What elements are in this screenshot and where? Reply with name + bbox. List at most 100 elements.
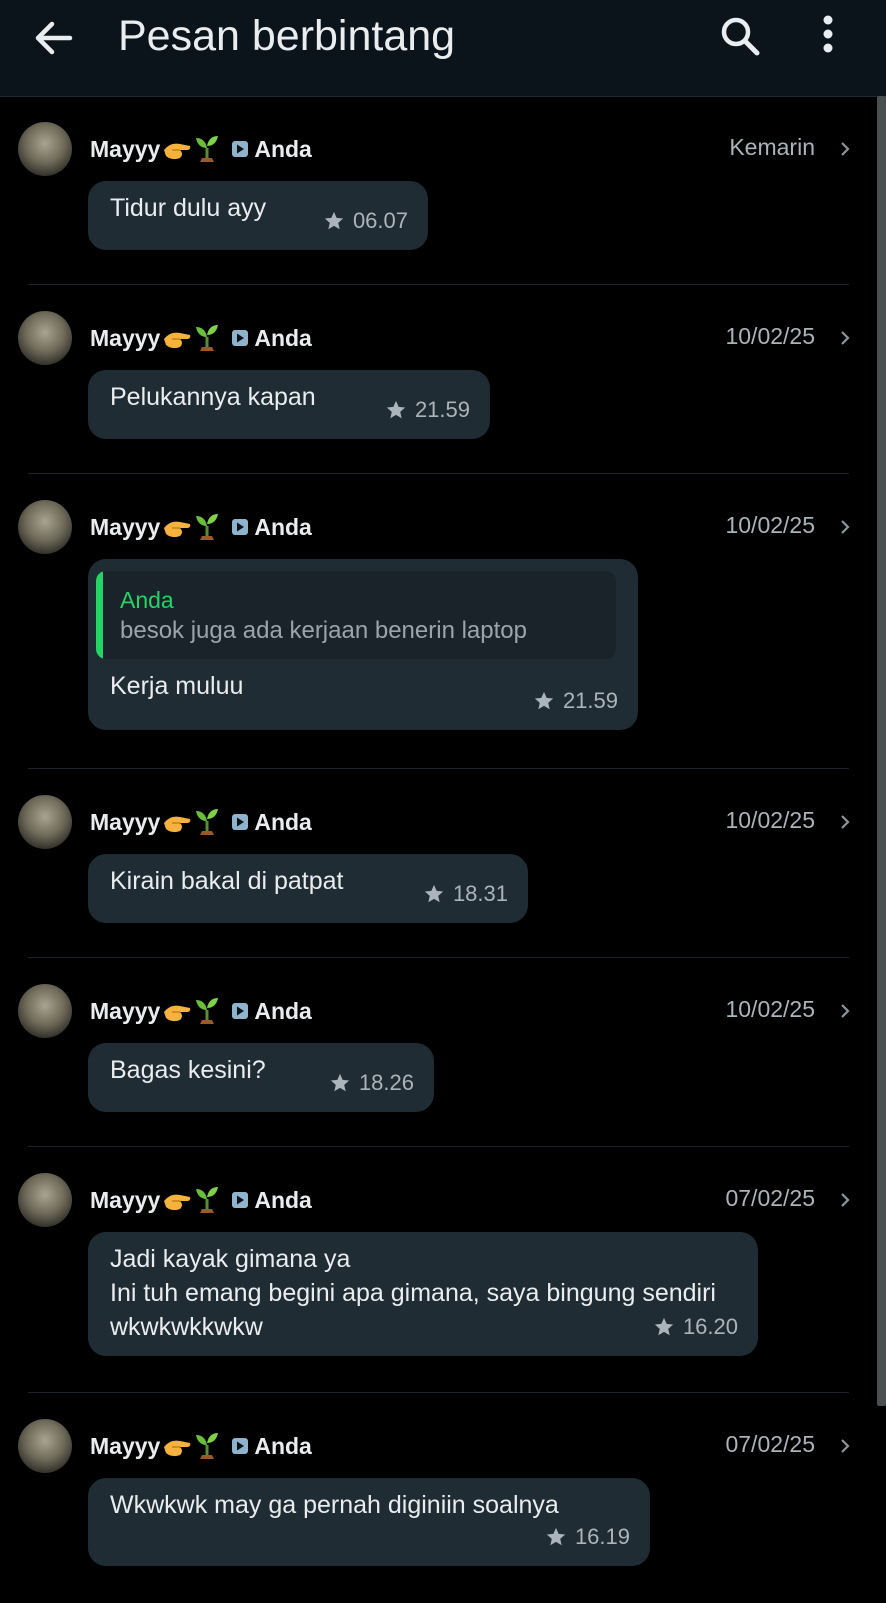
recipient-name: Anda xyxy=(254,1432,312,1459)
star-icon xyxy=(324,211,344,230)
message-header: Mayyy Anda xyxy=(90,994,312,1028)
message-date: 10/02/25 xyxy=(725,807,815,833)
message-date: 10/02/25 xyxy=(725,323,815,349)
scrollbar[interactable] xyxy=(877,96,886,1406)
star-icon xyxy=(546,1527,566,1546)
starred-message-item[interactable]: Mayyy Anda 10/02/25 Anda besok juga ada … xyxy=(0,474,877,769)
play-arrow-icon xyxy=(232,141,249,157)
sender-name: Mayyy xyxy=(90,324,161,351)
arrow-left-icon xyxy=(35,21,73,55)
sender-name: Mayyy xyxy=(90,1186,161,1213)
starred-message-item[interactable]: Mayyy Anda Kemarin Tidur dulu ayy 06.07 xyxy=(0,96,877,285)
pinching-hand-emoji-icon xyxy=(164,332,191,349)
chevron-right-icon[interactable] xyxy=(839,1437,851,1455)
message-bubble[interactable]: Kirain bakal di patpat 18.31 xyxy=(88,854,528,923)
play-arrow-icon xyxy=(232,814,249,830)
avatar[interactable] xyxy=(18,984,72,1038)
top-app-bar: Pesan berbintang xyxy=(0,0,886,97)
star-icon xyxy=(330,1073,350,1092)
recipient-name: Anda xyxy=(254,324,312,351)
message-time: 21.59 xyxy=(562,688,618,713)
seedling-emoji-icon xyxy=(196,136,219,162)
starred-message-item[interactable]: Mayyy Anda 10/02/25 Pelukannya kapan 21.… xyxy=(0,285,877,474)
seedling-emoji-icon xyxy=(196,1433,219,1459)
message-bubble[interactable]: Pelukannya kapan 21.59 xyxy=(88,370,490,439)
chevron-right-icon[interactable] xyxy=(839,1002,851,1020)
message-meta: 18.31 xyxy=(423,881,508,907)
message-bubble[interactable]: Anda besok juga ada kerjaan benerin lapt… xyxy=(88,559,638,730)
message-header: Mayyy Anda xyxy=(90,510,312,544)
avatar[interactable] xyxy=(18,1419,72,1473)
message-header: Mayyy Anda xyxy=(90,1429,312,1463)
message-date: Kemarin xyxy=(729,134,815,160)
play-arrow-icon xyxy=(232,1003,249,1019)
message-date: 10/02/25 xyxy=(725,512,815,538)
quoted-sender-name: Anda xyxy=(120,587,174,613)
pinching-hand-emoji-icon xyxy=(164,1194,191,1211)
message-bubble[interactable]: Bagas kesini? 18.26 xyxy=(88,1043,434,1112)
chevron-right-icon[interactable] xyxy=(839,329,851,347)
recipient-name: Anda xyxy=(254,997,312,1024)
message-header: Mayyy Anda xyxy=(90,1183,312,1217)
seedling-emoji-icon xyxy=(196,809,219,835)
message-time: 18.26 xyxy=(358,1070,414,1095)
seedling-emoji-icon xyxy=(196,514,219,540)
avatar[interactable] xyxy=(18,795,72,849)
message-time: 16.19 xyxy=(574,1524,630,1549)
chevron-right-icon[interactable] xyxy=(839,1191,851,1209)
message-meta: 06.07 xyxy=(323,208,408,234)
star-icon xyxy=(386,400,406,419)
play-arrow-icon xyxy=(232,330,249,346)
message-date: 10/02/25 xyxy=(725,996,815,1022)
starred-message-item[interactable]: Mayyy Anda 10/02/25 Bagas kesini? 18.26 xyxy=(0,958,877,1147)
message-header: Mayyy Anda xyxy=(90,805,312,839)
starred-message-item[interactable]: Mayyy Anda 07/02/25 Jadi kayak gimana ya… xyxy=(0,1147,877,1393)
sender-name: Mayyy xyxy=(90,1432,161,1459)
play-arrow-icon xyxy=(232,1192,249,1208)
search-button[interactable] xyxy=(716,12,764,60)
star-icon xyxy=(534,691,554,710)
message-bubble[interactable]: Wkwkwk may ga pernah diginiin soalnya 16… xyxy=(88,1478,650,1566)
message-bubble[interactable]: Jadi kayak gimana ya Ini tuh emang begin… xyxy=(88,1232,758,1356)
pinching-hand-emoji-icon xyxy=(164,1440,191,1457)
message-time: 06.07 xyxy=(352,208,408,233)
message-time: 18.31 xyxy=(452,881,508,906)
seedling-emoji-icon xyxy=(196,998,219,1024)
seedling-emoji-icon xyxy=(196,325,219,351)
sender-name: Mayyy xyxy=(90,808,161,835)
quote-accent-bar xyxy=(96,571,103,659)
message-header: Mayyy Anda xyxy=(90,321,312,355)
avatar[interactable] xyxy=(18,500,72,554)
more-vertical-icon xyxy=(823,15,833,53)
message-meta: 16.20 xyxy=(653,1314,738,1340)
sender-name: Mayyy xyxy=(90,997,161,1024)
message-time: 21.59 xyxy=(414,397,470,422)
more-options-button[interactable] xyxy=(816,12,840,60)
message-text: Jadi kayak gimana ya Ini tuh emang begin… xyxy=(110,1245,716,1341)
quoted-message[interactable]: Anda besok juga ada kerjaan benerin lapt… xyxy=(96,571,616,659)
back-button[interactable] xyxy=(30,14,78,62)
starred-message-item[interactable]: Mayyy Anda 07/02/25 Wkwkwk may ga pernah… xyxy=(0,1393,877,1603)
sender-name: Mayyy xyxy=(90,513,161,540)
seedling-emoji-icon xyxy=(196,1187,219,1213)
star-icon xyxy=(654,1317,674,1336)
chevron-right-icon[interactable] xyxy=(839,518,851,536)
chevron-right-icon[interactable] xyxy=(839,140,851,158)
message-meta: 21.59 xyxy=(533,688,618,714)
message-meta: 18.26 xyxy=(329,1070,414,1096)
message-meta: 21.59 xyxy=(385,397,470,423)
star-icon xyxy=(424,884,444,903)
play-arrow-icon xyxy=(232,1438,249,1454)
message-date: 07/02/25 xyxy=(725,1431,815,1457)
avatar[interactable] xyxy=(18,311,72,365)
starred-message-item[interactable]: Mayyy Anda 10/02/25 Kirain bakal di patp… xyxy=(0,769,877,958)
avatar[interactable] xyxy=(18,1173,72,1227)
message-time: 16.20 xyxy=(682,1314,738,1339)
pinching-hand-emoji-icon xyxy=(164,143,191,160)
avatar[interactable] xyxy=(18,122,72,176)
message-bubble[interactable]: Tidur dulu ayy 06.07 xyxy=(88,181,428,250)
chevron-right-icon[interactable] xyxy=(839,813,851,831)
message-meta: 16.19 xyxy=(545,1524,630,1550)
message-text: Wkwkwk may ga pernah diginiin soalnya xyxy=(110,1491,559,1519)
play-arrow-icon xyxy=(232,519,249,535)
